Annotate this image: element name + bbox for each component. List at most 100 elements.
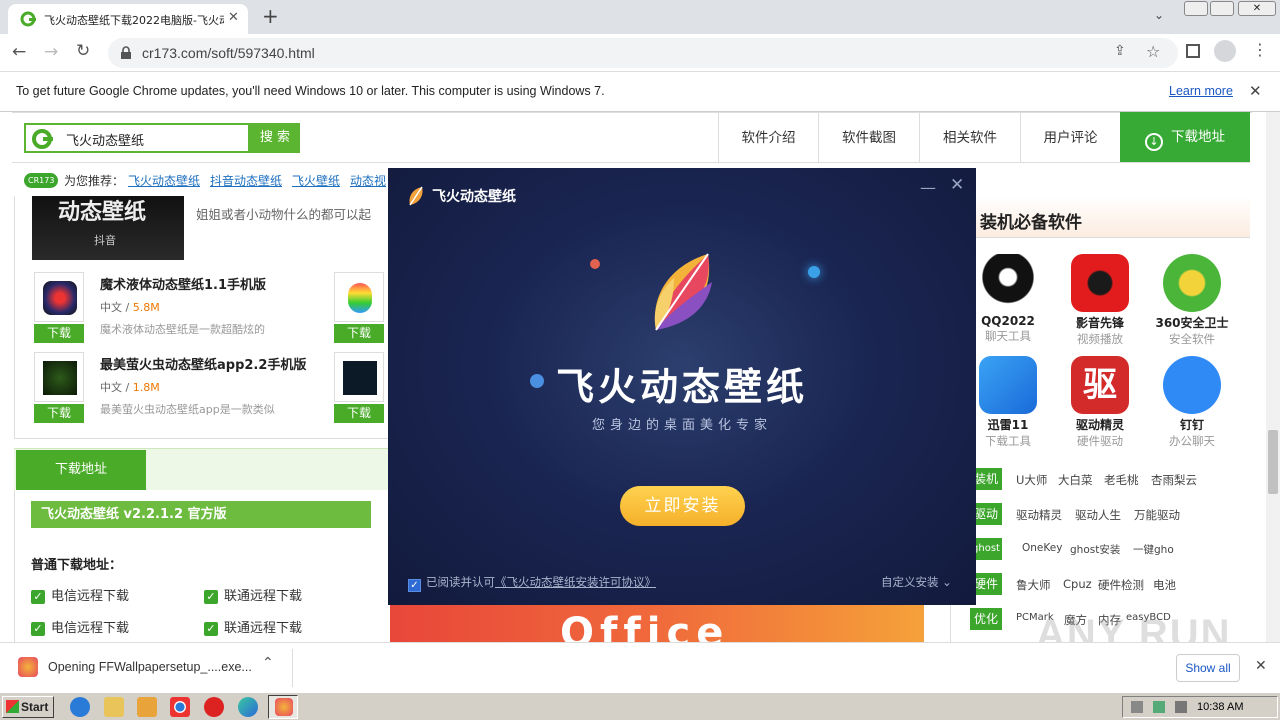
app-thunder[interactable]: 迅雷11 下载工具 — [968, 356, 1048, 449]
custom-install-toggle[interactable]: 自定义安装 ⌄ — [881, 574, 952, 590]
item-download-button[interactable]: 下载 — [334, 404, 384, 423]
windows-logo-icon — [6, 700, 19, 713]
download-tab[interactable]: 下载地址 — [16, 450, 146, 490]
rec-link[interactable]: 动态视 — [350, 172, 386, 189]
tag-link[interactable]: Cpuz — [1063, 577, 1092, 591]
nav-software-intro[interactable]: 软件介绍 — [718, 112, 818, 162]
nav-related[interactable]: 相关软件 — [919, 112, 1020, 162]
ie-icon[interactable] — [70, 697, 90, 717]
start-button[interactable]: Start — [2, 696, 54, 718]
tag-link[interactable]: 大白菜 — [1058, 472, 1093, 488]
show-all-button[interactable]: Show all — [1176, 654, 1240, 682]
app-360[interactable]: 360安全卫士 安全软件 — [1152, 254, 1232, 347]
app-driver-genius[interactable]: 驱 驱动精灵 硬件驱动 — [1060, 356, 1140, 449]
folder-icon[interactable] — [104, 697, 124, 717]
bookmark-star-icon[interactable]: ☆ — [1146, 42, 1160, 61]
reload-icon[interactable]: ↻ — [76, 41, 90, 61]
window-controls: ✕ — [1182, 0, 1280, 18]
item-download-button[interactable]: 下载 — [34, 324, 84, 343]
nav-screenshots[interactable]: 软件截图 — [818, 112, 919, 162]
dialog-close-icon[interactable]: ✕ — [950, 175, 964, 195]
downloads-close-icon[interactable]: ✕ — [1255, 658, 1267, 674]
tab-search-chevron-icon[interactable]: ⌄ — [1154, 8, 1164, 22]
app-dingtalk[interactable]: 钉钉 办公聊天 — [1152, 356, 1232, 449]
dialog-title: 飞火动态壁纸 — [432, 189, 516, 205]
tag-link[interactable]: 万能驱动 — [1134, 507, 1180, 523]
profile-avatar-icon[interactable] — [1214, 40, 1236, 62]
page-scrollbar-thumb[interactable] — [1268, 430, 1278, 494]
item-thumbnail[interactable] — [34, 352, 84, 402]
forward-icon[interactable]: → — [44, 42, 58, 62]
opera-icon[interactable] — [204, 697, 224, 717]
tag-link[interactable]: 硬件检测 — [1098, 577, 1144, 593]
taskbar-installer-button[interactable] — [268, 695, 298, 719]
tag-link[interactable]: 驱动精灵 — [1016, 507, 1062, 523]
tag-link[interactable]: 电池 — [1153, 577, 1176, 593]
tag-label[interactable]: 优化 — [970, 608, 1002, 630]
tray-icon[interactable] — [1131, 701, 1143, 713]
rec-link[interactable]: 飞火壁纸 — [292, 172, 340, 189]
site-search-input[interactable]: 飞火动态壁纸 — [24, 123, 250, 153]
share-icon[interactable]: ⇪ — [1114, 43, 1126, 59]
new-tab-icon[interactable]: + — [262, 4, 279, 28]
item-download-button[interactable]: 下载 — [334, 324, 384, 343]
banner-sub: 抖音 — [94, 234, 116, 247]
media-player-icon[interactable] — [137, 697, 157, 717]
maximize-icon[interactable] — [1210, 1, 1234, 16]
back-icon[interactable]: ← — [12, 42, 26, 62]
dialog-minimize-icon[interactable]: — — [920, 178, 936, 197]
item-size: 5.8M — [132, 301, 160, 314]
ad-banner[interactable]: Office — [390, 604, 924, 642]
item-meta: 中文 / 1.8M — [100, 379, 160, 395]
rec-link[interactable]: 抖音动态壁纸 — [210, 172, 282, 189]
clock[interactable]: 10:38 AM — [1197, 701, 1243, 713]
address-bar[interactable]: cr173.com/soft/597340.html ⇪ ☆ — [108, 38, 1178, 68]
item-title[interactable]: 魔术液体动态壁纸1.1手机版 — [100, 274, 266, 293]
nav-reviews[interactable]: 用户评论 — [1020, 112, 1120, 162]
item-download-button[interactable]: 下载 — [34, 404, 84, 423]
telecom-download-link-1[interactable]: ✓ 电信远程下载 — [31, 585, 129, 604]
site-search-button[interactable]: 搜 索 — [250, 123, 300, 153]
item-title[interactable]: 最美萤火虫动态壁纸app2.2手机版 — [100, 354, 306, 373]
page-scrollbar[interactable] — [1266, 112, 1280, 642]
window-close-icon[interactable]: ✕ — [1238, 1, 1276, 16]
tab-close-icon[interactable]: ✕ — [228, 10, 239, 25]
tag-link[interactable]: 老毛桃 — [1104, 472, 1139, 488]
tag-link[interactable]: ghost安装 — [1070, 542, 1120, 557]
download-item[interactable]: Opening FFWallpapersetup_....exe... — [48, 660, 252, 674]
tag-link[interactable]: 杏雨梨云 — [1151, 472, 1197, 488]
browser-tab[interactable]: 飞火动态壁纸下载2022电脑版-飞火动 ✕ — [8, 4, 248, 34]
rec-link[interactable]: 飞火动态壁纸 — [128, 172, 200, 189]
tag-link[interactable]: OneKey — [1022, 542, 1062, 554]
tray-icon[interactable] — [1175, 701, 1187, 713]
side-panel-icon[interactable] — [1186, 44, 1200, 58]
tag-link[interactable]: U大师 — [1016, 472, 1047, 488]
chrome-icon[interactable] — [170, 697, 190, 717]
infobar-close-icon[interactable]: ✕ — [1249, 82, 1262, 100]
nav-download[interactable]: ↓ 下载地址 — [1120, 112, 1250, 162]
downloads-bar: Opening FFWallpapersetup_....exe... ⌃ Sh… — [0, 642, 1280, 692]
install-now-button[interactable]: 立即安装 — [620, 486, 745, 526]
unicom-download-link-1[interactable]: ✓ 联通远程下载 — [204, 585, 302, 604]
tag-link[interactable]: 鲁大师 — [1016, 577, 1051, 593]
learn-more-link[interactable]: Learn more — [1169, 84, 1233, 98]
agree-checkbox[interactable]: ✓ — [408, 579, 421, 592]
chevron-up-icon[interactable]: ⌃ — [262, 655, 274, 671]
minimize-icon[interactable] — [1184, 1, 1208, 16]
agree-prefix: 已阅读并认可 — [426, 575, 495, 589]
url-text: cr173.com/soft/597340.html — [142, 45, 315, 61]
app-qq[interactable]: QQ2022 聊天工具 — [968, 254, 1048, 344]
unicom-download-link-2[interactable]: ✓ 联通远程下载 — [204, 617, 302, 636]
tray-icon[interactable] — [1153, 701, 1165, 713]
app-yingyin[interactable]: 影音先锋 视频播放 — [1060, 254, 1140, 347]
tag-link[interactable]: 驱动人生 — [1075, 507, 1121, 523]
menu-kebab-icon[interactable]: ⋮ — [1252, 40, 1268, 59]
license-link[interactable]: 《飞火动态壁纸安装许可协议》 — [495, 575, 656, 589]
tag-link[interactable]: 一键gho — [1133, 542, 1174, 557]
right-heading: 装机必备软件 — [980, 213, 1082, 233]
item-thumbnail[interactable] — [334, 352, 384, 402]
item-thumbnail[interactable] — [34, 272, 84, 322]
item-thumbnail[interactable] — [334, 272, 384, 322]
telecom-download-link-2[interactable]: ✓ 电信远程下载 — [31, 617, 129, 636]
edge-icon[interactable] — [238, 697, 258, 717]
